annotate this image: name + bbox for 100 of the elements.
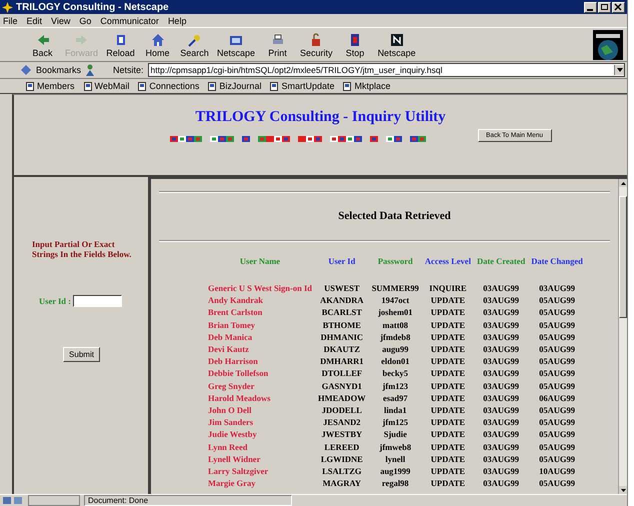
menu-item[interactable]: Edit	[26, 16, 42, 26]
table-cell-text: 03AUG99	[482, 477, 520, 490]
table-cell-text: UPDATE	[430, 330, 466, 343]
table-cell-text: 05AUG99	[538, 330, 576, 343]
column-header: Date Created	[476, 255, 526, 268]
user-name-cell-text: Lynn Reed	[207, 440, 248, 453]
table-cell-text: 03AUG99	[482, 428, 520, 440]
toolbar-button[interactable]: Stop	[336, 32, 374, 58]
table-cell-text: DTOLLEF	[320, 367, 364, 380]
bookmark-icon	[20, 64, 32, 76]
user-id-field[interactable]	[72, 295, 122, 307]
table-cell-text: lynell	[384, 452, 406, 465]
netsite-label: Netsite:	[113, 65, 144, 75]
user-name-cell-text: Generic U S West Sign-on Id	[207, 282, 313, 294]
bookmark-link[interactable]: Mktplace	[343, 81, 390, 91]
column-header: Access Level	[424, 255, 472, 268]
menu-item[interactable]: Go	[79, 16, 92, 26]
menu-item[interactable]: View	[51, 16, 70, 26]
table-cell-text: 06AUG99	[538, 392, 576, 404]
table-cell-text: 05AUG99	[538, 477, 576, 490]
table-cell-text: 05AUG99	[538, 318, 576, 331]
user-name-cell-text: Lynell Widner	[207, 452, 262, 465]
table-cell-text: 03AUG99	[482, 330, 520, 343]
toolbar-button[interactable]: Home	[139, 32, 176, 58]
table-cell-text: UPDATE	[430, 343, 466, 356]
page-icon	[84, 82, 92, 90]
table-cell-text: 05AUG99	[538, 306, 576, 319]
scrollbar[interactable]	[618, 179, 627, 494]
table-cell-text: 05AUG99	[538, 440, 576, 453]
person-icon	[85, 64, 96, 76]
table-cell-text: JWESTBY	[320, 428, 364, 440]
table-cell-text: linda1	[382, 404, 408, 416]
user-name-cell-text: Brian Tomey	[207, 318, 256, 331]
toolbar-button[interactable]: Back	[24, 32, 61, 58]
scroll-down-icon[interactable]	[620, 488, 626, 492]
table-cell-text: DMHARR1	[319, 355, 365, 368]
page-icon	[26, 82, 34, 90]
table-cell-text: 05AUG99	[538, 294, 576, 306]
user-name-cell-text: Jim Sanders	[207, 416, 254, 428]
toolbar-button[interactable]: Netscape	[374, 32, 420, 58]
bookmark-link[interactable]: Members	[26, 81, 75, 91]
scroll-up-icon[interactable]	[620, 182, 626, 184]
menu-item[interactable]: Help	[168, 16, 186, 26]
table-cell-text: 03AUG99	[482, 306, 520, 319]
table-cell-text: UPDATE	[430, 464, 466, 477]
table-cell-text: augu99	[381, 343, 410, 356]
toolbar-button[interactable]: Search	[176, 32, 214, 58]
table-cell-text: 05AUG99	[538, 416, 576, 428]
toolbar-button[interactable]: Netscape	[213, 32, 260, 58]
column-header: User Name	[238, 255, 282, 268]
toolbar-button[interactable]: Reload	[102, 32, 140, 58]
table-cell-text: UPDATE	[430, 416, 466, 428]
minimize-icon[interactable]	[584, 2, 597, 12]
table-cell-text: becky5	[382, 367, 410, 380]
bookmarks-button[interactable]: Bookmarks	[36, 65, 82, 75]
table-cell-text: 05AUG99	[538, 367, 576, 380]
table-cell-text: UPDATE	[430, 428, 466, 440]
table-cell-text: jfmdeb8	[379, 330, 412, 343]
table-cell-text: UPDATE	[430, 306, 466, 319]
table-cell-text: 03AUG99	[482, 318, 520, 331]
toolbar-button[interactable]: Security	[296, 32, 337, 58]
url-field[interactable]: http://cpmsapp1/cgi-bin/htmSQL/opt2/mxlee5/TRILOGY/jtm_user_inquiry.hsql	[148, 63, 625, 77]
user-name-cell-text: Margie Gray	[207, 477, 256, 490]
column-header: Date Changed	[530, 255, 584, 268]
column-header: User Id	[327, 255, 356, 268]
table-cell-text: UPDATE	[430, 318, 466, 331]
maximize-icon[interactable]	[598, 2, 611, 12]
user-name-cell-text: Brent Carlston	[207, 306, 264, 319]
bookmark-link[interactable]: BizJournal	[208, 81, 262, 91]
user-name-cell-text: Greg Snyder	[207, 380, 256, 392]
table-cell-text: BTHOME	[322, 318, 362, 331]
table-cell-text: 03AUG99	[482, 452, 520, 465]
dropdown-icon[interactable]	[616, 68, 622, 72]
table-cell-text: 03AUG99	[482, 464, 520, 477]
submit-button[interactable]: Submit	[63, 347, 100, 362]
table-cell-text: 03AUG99	[482, 380, 520, 392]
menu-item[interactable]: Communicator	[100, 16, 159, 26]
connection-icon	[2, 496, 24, 505]
table-cell-text: UPDATE	[430, 392, 466, 404]
table-cell-text: 03AUG99	[482, 392, 520, 404]
table-cell-text: UPDATE	[430, 380, 466, 392]
user-name-cell-text: Judie Westby	[207, 428, 258, 440]
page-icon	[270, 82, 278, 90]
table-cell-text: 03AUG99	[482, 343, 520, 356]
close-icon[interactable]	[612, 2, 625, 12]
bookmark-link[interactable]: SmartUpdate	[270, 81, 334, 91]
table-cell-text: 05AUG99	[538, 355, 576, 368]
table-cell-text: jfmweb8	[378, 440, 412, 453]
bookmark-link[interactable]: Connections	[138, 81, 200, 91]
table-cell-text: MAGRAY	[322, 477, 362, 490]
page-icon	[208, 82, 216, 90]
table-cell-text: 05AUG99	[538, 428, 576, 440]
bookmark-link[interactable]: WebMail	[84, 81, 130, 91]
table-cell-text: UPDATE	[430, 294, 466, 306]
toolbar-button[interactable]: Print	[259, 32, 296, 58]
menu-item[interactable]: File	[3, 16, 18, 26]
user-name-cell-text: Deb Manica	[207, 330, 254, 343]
table-cell-text: LSALTZG	[321, 464, 363, 477]
table-cell-text: DKAUTZ	[322, 343, 362, 356]
table-cell-text: LEREED	[323, 440, 360, 453]
